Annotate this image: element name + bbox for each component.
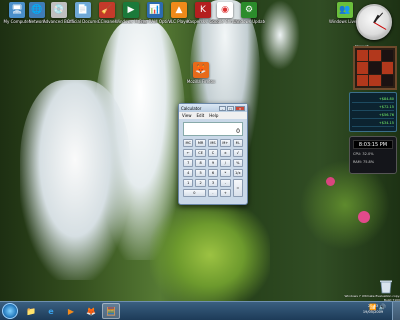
key-sqrt[interactable]: √	[232, 149, 243, 157]
key-0[interactable]: 0	[183, 189, 206, 197]
puzzle-tile[interactable]	[357, 74, 369, 86]
internet-explorer-icon: e	[48, 306, 54, 316]
puzzle-tile[interactable]	[357, 50, 369, 62]
start-button[interactable]	[2, 303, 18, 319]
puzzle-tile[interactable]	[369, 50, 381, 62]
stocks-gadget[interactable]: +$84.80 +$72.15 +$56.76 +$34.15	[349, 92, 397, 132]
picture-puzzle-gadget[interactable]	[353, 46, 397, 90]
key-percent[interactable]: %	[232, 159, 243, 167]
key-reciprocal[interactable]: 1/x	[232, 169, 243, 177]
recycle-bin-icon[interactable]	[378, 278, 394, 294]
puzzle-tile[interactable]	[381, 74, 393, 86]
pink-flower	[326, 177, 335, 186]
calculator-window[interactable]: Calculator – □ ✕ View Edit Help 0 MC MR …	[178, 103, 248, 205]
key-7[interactable]: 7	[183, 159, 194, 167]
icon-label: Windows Update	[233, 19, 265, 24]
gadget-time: 8:03:15 PM	[353, 140, 393, 149]
key-5[interactable]: 5	[195, 169, 206, 177]
key-ms[interactable]: MS	[207, 139, 219, 147]
chrome-icon: ◉	[217, 2, 233, 18]
ram-optimizer-icon: 📊	[147, 2, 163, 18]
puzzle-tile[interactable]	[369, 74, 381, 86]
taskbar: 📁 e ▶ 🦊 🧮 📶 🔊 20:53 19/05/2009	[0, 301, 400, 320]
key-2[interactable]: 2	[195, 179, 206, 187]
menu-help[interactable]: Help	[209, 113, 218, 118]
key-8[interactable]: 8	[195, 159, 206, 167]
disc-icon: 💿	[51, 2, 67, 18]
key-multiply[interactable]: *	[220, 169, 231, 177]
key-9[interactable]: 9	[207, 159, 219, 167]
key-mc[interactable]: MC	[183, 139, 194, 147]
network-icon: 🌐	[29, 2, 45, 18]
close-button[interactable]: ✕	[235, 105, 245, 111]
stock-row: +$84.80	[352, 95, 394, 103]
key-negate[interactable]: ±	[220, 149, 231, 157]
stock-row: +$34.15	[352, 119, 394, 127]
taskbar-calculator[interactable]: 🧮	[102, 303, 120, 319]
taskbar-firefox[interactable]: 🦊	[82, 303, 100, 319]
stock-row: +$56.76	[352, 111, 394, 119]
firefox-icon: 🦊	[193, 62, 209, 78]
puzzle-tile[interactable]	[381, 62, 393, 74]
key-equals[interactable]: =	[232, 179, 243, 197]
window-title: Calculator	[181, 105, 202, 111]
key-4[interactable]: 4	[183, 169, 194, 177]
key-c[interactable]: C	[207, 149, 219, 157]
document-icon: 📄	[75, 2, 91, 18]
firefox-icon: 🦊	[86, 306, 96, 316]
taskbar-media-player[interactable]: ▶	[62, 303, 80, 319]
key-ce[interactable]: CE	[195, 149, 206, 157]
key-decimal[interactable]: .	[207, 189, 219, 197]
key-plus[interactable]: +	[220, 189, 231, 197]
key-mplus[interactable]: M+	[220, 139, 231, 147]
key-backspace[interactable]: ←	[183, 149, 194, 157]
ram-usage: RAM: 75.8%	[353, 160, 375, 164]
puzzle-tile[interactable]	[369, 62, 381, 74]
key-mminus[interactable]: M-	[232, 139, 243, 147]
pink-flower	[358, 211, 370, 223]
desktop-icon-firefox[interactable]: 🦊 Mozilla Firefox	[186, 62, 216, 96]
media-player-icon: ▶	[67, 306, 75, 316]
key-minus[interactable]: -	[220, 179, 231, 187]
messenger-icon: 👥	[337, 2, 353, 18]
calculator-titlebar[interactable]: Calculator – □ ✕	[179, 104, 247, 112]
cpu-meter-gadget[interactable]: 8:03:15 PM CPU: 32.0% RAM: 75.8%	[349, 136, 397, 174]
calculator-icon: 🧮	[106, 306, 116, 316]
tray-date: 19/05/2009	[362, 310, 384, 314]
key-3[interactable]: 3	[207, 179, 219, 187]
calculator-display: 0	[183, 122, 243, 136]
puzzle-tile[interactable]	[357, 62, 369, 74]
update-icon: ⚙	[241, 2, 257, 18]
taskbar-ie[interactable]: e	[42, 303, 60, 319]
keypad: MC MR MS M+ M- ← CE C ± √ 7 8 9 / % 4 5 …	[183, 139, 243, 197]
clock-gadget[interactable]	[356, 4, 392, 40]
minimize-button[interactable]: –	[219, 105, 226, 111]
stock-row: +$72.15	[352, 103, 394, 111]
media-center-icon: ▶	[123, 2, 139, 18]
taskbar-clock[interactable]: 20:53 19/05/2009	[362, 303, 384, 315]
key-divide[interactable]: /	[220, 159, 231, 167]
menu-view[interactable]: View	[182, 113, 192, 118]
maximize-button[interactable]: □	[227, 105, 234, 111]
show-desktop-button[interactable]	[392, 302, 400, 320]
kaspersky-icon: K	[195, 2, 211, 18]
folder-icon: 📁	[26, 306, 36, 316]
menu-bar: View Edit Help	[179, 112, 247, 119]
cpu-usage: CPU: 32.0%	[353, 152, 374, 156]
key-mr[interactable]: MR	[195, 139, 206, 147]
puzzle-tile[interactable]	[381, 50, 393, 62]
icon-label: Mozilla Firefox	[186, 79, 216, 84]
desktop-icon-update[interactable]: ⚙ Windows Update	[233, 2, 265, 36]
menu-edit[interactable]: Edit	[197, 113, 205, 118]
taskbar-explorer[interactable]: 📁	[22, 303, 40, 319]
vlc-icon: ▲	[171, 2, 187, 18]
key-1[interactable]: 1	[183, 179, 194, 187]
second-hand	[373, 22, 387, 30]
key-6[interactable]: 6	[207, 169, 219, 177]
ccleaner-icon: 🧹	[99, 2, 115, 18]
